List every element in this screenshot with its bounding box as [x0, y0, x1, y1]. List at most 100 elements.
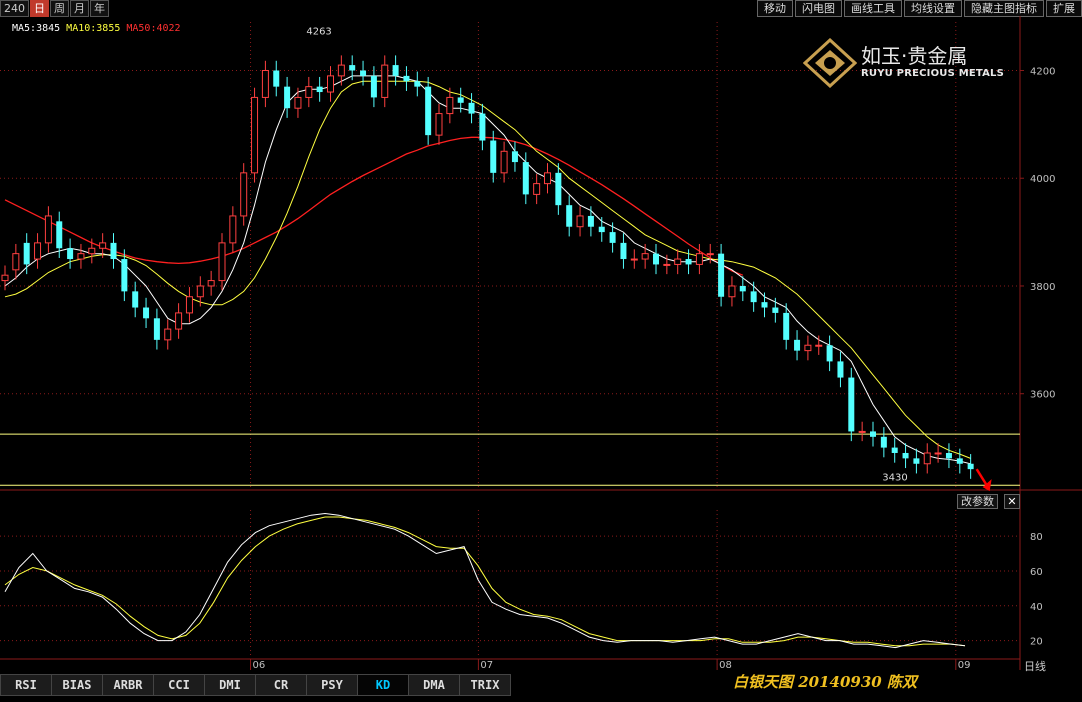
logo-english-text: RUYU PRECIOUS METALS — [861, 68, 1005, 79]
candle-body — [750, 291, 757, 303]
candle-body — [392, 65, 399, 76]
candle-body — [370, 75, 377, 98]
candle-body — [132, 291, 139, 308]
candle-body — [685, 259, 692, 265]
candle-body — [598, 226, 605, 233]
candle-body — [576, 215, 584, 228]
brand-logo: 如玉·贵金属 RUYU PRECIOUS METALS — [803, 38, 1005, 88]
candle-body — [56, 221, 63, 249]
candle-body — [294, 96, 302, 109]
candle-body — [337, 64, 345, 77]
candle-body — [706, 253, 714, 256]
candle-body — [349, 65, 356, 71]
candle-body — [870, 431, 876, 437]
trend-arrow-shaft — [975, 468, 988, 486]
candle-body — [555, 172, 562, 206]
candle-body — [273, 70, 280, 87]
scale-label: 日线 — [1024, 660, 1046, 673]
month-tick-label: 09 — [958, 660, 971, 671]
change-params-button[interactable]: 改参数 — [957, 494, 998, 509]
candle-body — [934, 452, 942, 455]
candle-body — [913, 458, 920, 464]
candle-body — [695, 253, 703, 265]
candle-body — [435, 113, 443, 136]
candle-body — [544, 172, 551, 185]
candle-body — [414, 81, 421, 87]
logo-chinese-text: 如玉·贵金属 — [861, 44, 968, 68]
candle-body — [207, 280, 215, 287]
low-value-label: 3430 — [882, 472, 907, 483]
candle-body — [175, 312, 183, 330]
candle-body — [956, 458, 963, 464]
indicator-tab-dma[interactable]: DMA — [408, 674, 460, 696]
candle-body — [327, 75, 334, 93]
candle-body — [641, 253, 649, 260]
candle-body — [218, 242, 226, 282]
price-tick-label: 4000 — [1030, 174, 1055, 185]
candle-body — [522, 162, 529, 195]
candle-body — [500, 150, 508, 174]
ma5-line — [4, 75, 971, 465]
candle-body — [425, 86, 432, 136]
candle-body — [848, 377, 855, 432]
candle-body — [566, 205, 573, 227]
candle-body — [305, 86, 313, 98]
indicator-tabs: RSI BIAS ARBR CCI DMI CR PSY KD DMA TRIX — [0, 674, 511, 696]
candle-body — [479, 113, 486, 141]
candle-body — [718, 253, 725, 297]
high-value-label: 4263 — [306, 27, 331, 38]
candle-body — [945, 452, 952, 459]
candle-body — [284, 86, 291, 109]
candle-body — [77, 253, 85, 260]
candle-body — [196, 285, 204, 298]
candle-body — [620, 242, 627, 260]
indicator-tab-psy[interactable]: PSY — [306, 674, 358, 696]
candle-body — [511, 151, 518, 163]
candle-body — [121, 259, 128, 292]
candle-body — [457, 97, 464, 103]
indicator-tab-cr[interactable]: CR — [255, 674, 307, 696]
price-tick-label: 4200 — [1030, 66, 1055, 77]
close-indicator-button[interactable]: ✕ — [1004, 494, 1020, 509]
indicator-tab-dmi[interactable]: DMI — [204, 674, 256, 696]
candle-body — [67, 248, 74, 260]
indicator-tab-bias[interactable]: BIAS — [51, 674, 103, 696]
kd-tick-label: 80 — [1030, 532, 1043, 543]
indicator-tab-kd[interactable]: KD — [357, 674, 409, 696]
indicator-tab-cci[interactable]: CCI — [153, 674, 205, 696]
candle-body — [153, 318, 160, 340]
indicator-tab-rsi[interactable]: RSI — [0, 674, 52, 696]
candle-body — [88, 247, 96, 255]
candle-body — [761, 302, 768, 308]
candle-body — [533, 183, 541, 195]
candle-body — [143, 307, 150, 319]
indicator-tab-arbr[interactable]: ARBR — [102, 674, 154, 696]
candle-body — [99, 242, 107, 249]
candle-body — [804, 344, 812, 352]
price-tick-label: 3600 — [1030, 390, 1055, 401]
candle-body — [490, 140, 497, 173]
candle-body — [794, 339, 801, 351]
candle-body — [826, 345, 833, 362]
candle-body — [23, 242, 30, 265]
month-tick-label: 08 — [719, 660, 732, 671]
indicator-tab-trix[interactable]: TRIX — [459, 674, 511, 696]
month-tick-label: 06 — [253, 660, 266, 671]
candle-body — [403, 75, 410, 82]
candle-body — [164, 328, 172, 341]
candle-body — [858, 430, 866, 433]
chart-caption: 白银天图 20140930 陈双 — [733, 673, 917, 691]
month-tick-label: 07 — [480, 660, 493, 671]
candle-body — [12, 253, 20, 271]
candle-body — [44, 215, 52, 244]
candle-body — [110, 242, 117, 260]
candle-body — [229, 215, 237, 244]
candle-body — [261, 69, 269, 98]
candle-body — [902, 452, 909, 459]
kd-k-line — [4, 512, 966, 649]
candle-body — [674, 258, 682, 265]
logo-emblem-icon — [803, 38, 857, 88]
chart-canvas: 3600 3800 4000 4200 20 40 60 80 06 07 08 09 4263 3430 — [0, 16, 1082, 671]
candle-body — [468, 102, 475, 114]
candle-body — [1, 274, 9, 282]
